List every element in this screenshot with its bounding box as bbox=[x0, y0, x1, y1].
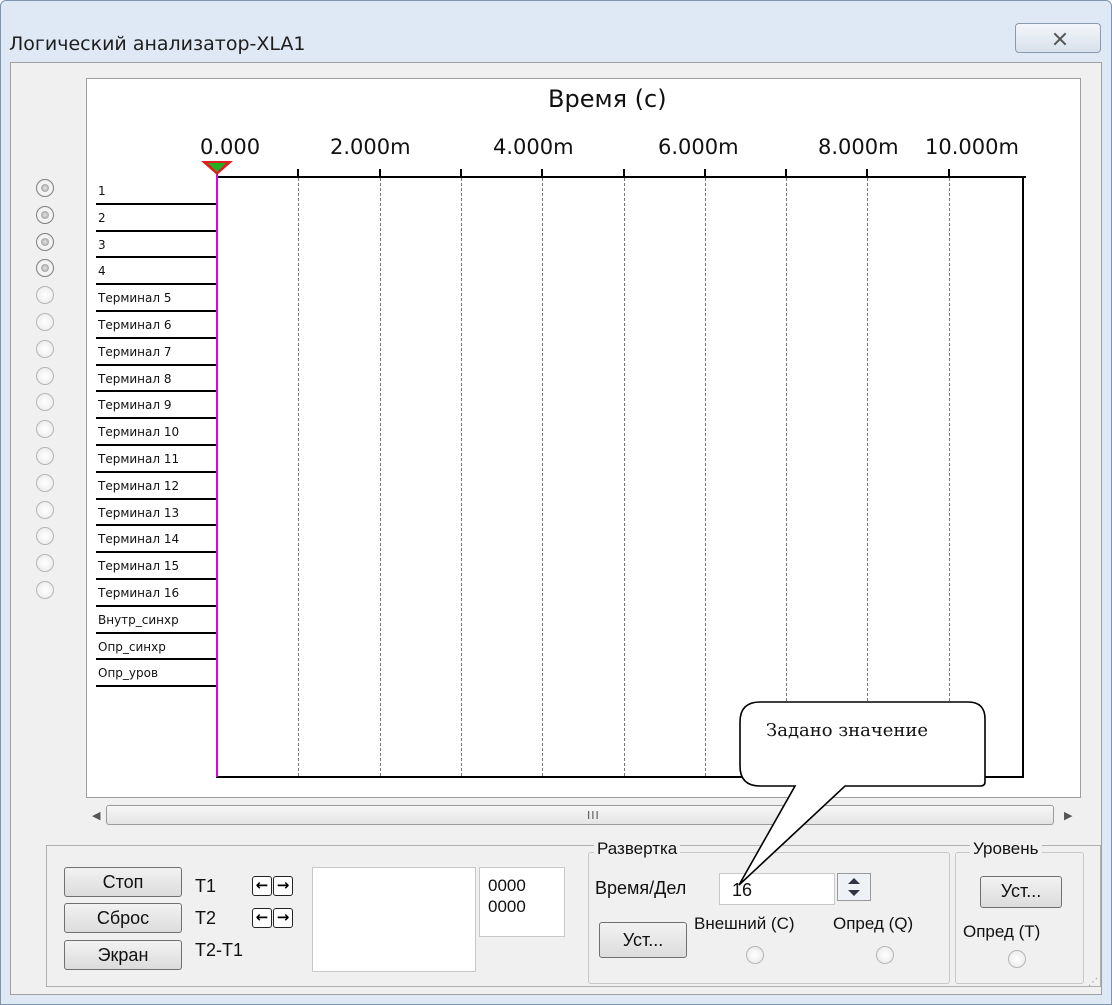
channel-row-line bbox=[96, 417, 216, 420]
channel-row-line bbox=[96, 497, 216, 500]
channel-radio[interactable] bbox=[36, 339, 54, 358]
channel-row-line bbox=[96, 202, 216, 205]
channel-radio[interactable] bbox=[36, 313, 54, 331]
channel-label: Терминал 7 bbox=[98, 344, 172, 359]
channel-row-line bbox=[96, 658, 216, 661]
cursor-value-readout: 0000 0000 bbox=[479, 867, 565, 937]
define-q-radio[interactable] bbox=[876, 946, 894, 964]
define-q-label: Опред (Q) bbox=[833, 914, 914, 933]
channel-row-line bbox=[96, 524, 216, 527]
define-t-label: Опред (Т) bbox=[963, 922, 1041, 941]
channel-row-line bbox=[96, 363, 216, 366]
scroll-grip: III bbox=[587, 809, 600, 822]
external-label: Внешний (С) bbox=[694, 914, 795, 933]
channel-radio[interactable] bbox=[36, 500, 54, 519]
channel-radio[interactable] bbox=[36, 179, 54, 197]
channel-row-line bbox=[96, 229, 216, 232]
level-set-button[interactable]: Уст... bbox=[980, 876, 1062, 908]
channel-label: Терминал 16 bbox=[98, 586, 180, 600]
channel-row-line bbox=[96, 310, 216, 312]
channel-row-line bbox=[96, 551, 216, 554]
time-tick-label: 4.000m bbox=[493, 135, 574, 159]
time-tick-label: 0.000 bbox=[200, 135, 261, 159]
channel-label: Терминал 14 bbox=[98, 532, 180, 547]
time-div-spinner[interactable] bbox=[837, 873, 871, 901]
t1-left-arrow-icon[interactable]: ← bbox=[252, 876, 272, 896]
level-group-title: Уровень bbox=[970, 839, 1042, 859]
channel-label: Терминал 10 bbox=[98, 425, 180, 440]
resize-grip-icon[interactable]: ⋰ bbox=[1088, 977, 1098, 988]
external-radio[interactable] bbox=[746, 946, 764, 964]
sweep-group-title: Развертка bbox=[594, 839, 681, 859]
channel-radio[interactable] bbox=[36, 447, 54, 465]
define-t-radio[interactable] bbox=[1008, 950, 1026, 968]
channel-label: Терминал 11 bbox=[98, 452, 180, 466]
channel-label: Терминал 12 bbox=[98, 478, 180, 493]
channel-label: Внутр_синхр bbox=[98, 612, 179, 627]
t2-label: T2 bbox=[195, 908, 217, 928]
scroll-right-arrow-icon[interactable]: ▶ bbox=[1064, 809, 1072, 822]
channel-radio[interactable] bbox=[36, 205, 54, 224]
time-axis-title: Время (с) bbox=[548, 85, 667, 113]
scroll-thumb[interactable]: III bbox=[106, 805, 1054, 825]
t2-right-arrow-icon[interactable]: → bbox=[273, 908, 293, 928]
channel-row-line bbox=[96, 470, 216, 473]
t1-right-arrow-icon[interactable]: → bbox=[273, 876, 293, 896]
spin-up-icon[interactable] bbox=[848, 878, 860, 884]
channel-row-line bbox=[96, 390, 216, 393]
t1-value: 0000 bbox=[488, 876, 526, 895]
channel-label: 2 bbox=[98, 210, 106, 225]
plot-frame bbox=[216, 176, 1024, 778]
channel-label: Терминал 13 bbox=[98, 505, 180, 520]
horizontal-scrollbar[interactable]: ◀ III ▶ bbox=[86, 800, 1081, 830]
channel-label: Терминал 9 bbox=[98, 398, 172, 413]
close-button[interactable] bbox=[1015, 23, 1101, 53]
time-tick-label: 6.000m bbox=[658, 135, 739, 159]
cursor-time-readout bbox=[312, 867, 476, 972]
channel-row-line bbox=[96, 578, 216, 580]
channel-row-line bbox=[96, 256, 216, 259]
time-div-input[interactable]: 16 bbox=[719, 873, 835, 905]
channel-row-line bbox=[96, 685, 216, 688]
callout-text: Задано значение bbox=[766, 720, 929, 741]
channel-row-line bbox=[96, 604, 216, 607]
channel-label: Терминал 6 bbox=[98, 318, 172, 332]
time-tick-label: 10.000m bbox=[925, 135, 1019, 159]
channel-radio[interactable] bbox=[36, 473, 54, 492]
screen-button[interactable]: Экран bbox=[64, 940, 182, 970]
time-tick-label: 8.000m bbox=[818, 135, 899, 159]
channel-label: Терминал 15 bbox=[98, 559, 180, 574]
channel-label: Терминал 8 bbox=[98, 371, 172, 386]
channel-label: Опр_уров bbox=[98, 666, 159, 681]
time-div-value: 16 bbox=[732, 880, 753, 900]
t2-t1-label: T2-T1 bbox=[195, 940, 244, 960]
spin-down-icon[interactable] bbox=[848, 890, 860, 896]
channel-label: 3 bbox=[98, 237, 106, 252]
channel-label: 1 bbox=[98, 184, 106, 198]
t2-value: 0000 bbox=[488, 897, 526, 916]
channel-row-line bbox=[96, 283, 216, 286]
channel-radio[interactable] bbox=[36, 581, 54, 599]
channel-radio[interactable] bbox=[36, 366, 54, 385]
t1-label: T1 bbox=[195, 876, 217, 896]
channel-radio[interactable] bbox=[36, 232, 54, 251]
trigger-marker-inner-icon bbox=[208, 163, 226, 172]
stop-button[interactable]: Стоп bbox=[64, 867, 182, 897]
channel-label: Опр_синхр bbox=[98, 639, 166, 654]
scroll-left-arrow-icon[interactable]: ◀ bbox=[92, 809, 100, 822]
channel-label: 4 bbox=[98, 264, 106, 279]
window-title: Логический анализатор-XLA1 bbox=[9, 33, 306, 55]
time-div-label: Время/Дел bbox=[595, 878, 687, 898]
time-tick-label: 2.000m bbox=[330, 135, 411, 159]
channel-row-line bbox=[96, 336, 216, 339]
channel-row-line bbox=[96, 631, 216, 634]
sweep-set-button[interactable]: Уст... bbox=[599, 922, 687, 958]
channel-row-line bbox=[96, 444, 216, 446]
channel-label: Терминал 5 bbox=[98, 291, 172, 306]
reset-button[interactable]: Сброс bbox=[64, 903, 182, 933]
cursor-t1-line[interactable] bbox=[216, 168, 218, 777]
t2-left-arrow-icon[interactable]: ← bbox=[252, 908, 272, 928]
